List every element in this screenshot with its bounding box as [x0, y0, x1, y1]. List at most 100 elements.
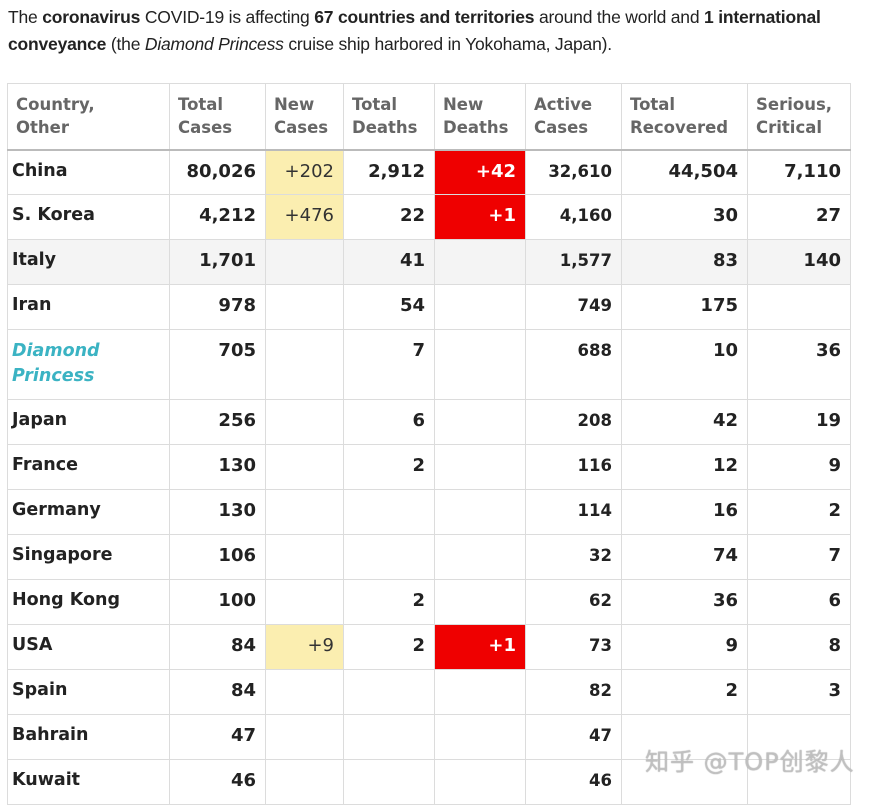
cell-total-deaths: [343, 759, 435, 805]
cell-total-recovered: 12: [621, 444, 748, 490]
cell-new-cases: [265, 399, 344, 445]
cell-total-deaths: 7: [343, 329, 435, 400]
cell-total-cases: 100: [169, 579, 266, 625]
cell-total-cases: 256: [169, 399, 266, 445]
cell-total-cases: 46: [169, 759, 266, 805]
header-new-cases[interactable]: New Cases: [265, 83, 344, 151]
cell-active-cases: 1,577: [525, 239, 622, 285]
table-row: Diamond Princess 705 7 688 10 36: [7, 329, 851, 400]
cell-total-recovered: 16: [621, 489, 748, 535]
header-total-recovered[interactable]: Total Recovered: [621, 83, 748, 151]
cell-total-deaths: 2: [343, 579, 435, 625]
cell-total-recovered: [621, 759, 748, 805]
cell-total-recovered: 9: [621, 624, 748, 670]
cell-total-recovered: 175: [621, 284, 748, 330]
table-row: Hong Kong 100 2 62 36 6: [7, 579, 851, 625]
cell-serious-critical: [747, 759, 851, 805]
cell-country: Bahrain: [7, 714, 170, 760]
intro-text: cruise ship harbored in Yokohama, Japan)…: [283, 34, 612, 54]
cell-total-cases: 80,026: [169, 149, 266, 195]
table-header-row: Country, Other Total Cases New Cases Total D…: [7, 83, 851, 151]
table-row: Germany 130 114 16 2: [7, 489, 851, 535]
cell-country[interactable]: Diamond Princess: [7, 329, 170, 400]
cell-total-deaths: 2: [343, 624, 435, 670]
cell-country: Germany: [7, 489, 170, 535]
table-row: S. Korea 4,212 +476 22 +1 4,160 30 27: [7, 194, 851, 240]
table-row: Kuwait 46 46: [7, 759, 851, 805]
intro-bold-coronavirus: coronavirus: [42, 7, 141, 27]
cell-total-deaths: [343, 714, 435, 760]
cell-total-cases: 84: [169, 669, 266, 715]
header-country[interactable]: Country, Other: [7, 83, 170, 151]
cell-new-deaths: [434, 284, 526, 330]
table-row: Italy 1,701 41 1,577 83 140: [7, 239, 851, 285]
cell-new-deaths: [434, 669, 526, 715]
cell-total-deaths: 2: [343, 444, 435, 490]
cell-total-deaths: 6: [343, 399, 435, 445]
cell-active-cases: 73: [525, 624, 622, 670]
cell-serious-critical: 7,110: [747, 149, 851, 195]
intro-text: (the: [106, 34, 145, 54]
cell-total-recovered: 44,504: [621, 149, 748, 195]
cell-new-deaths: [434, 489, 526, 535]
cell-serious-critical: [747, 714, 851, 760]
cell-active-cases: 208: [525, 399, 622, 445]
cell-new-cases: +202: [265, 149, 344, 195]
intro-text: around the world and: [534, 7, 705, 27]
cell-new-cases: [265, 669, 344, 715]
cell-new-deaths: +1: [434, 624, 526, 670]
cell-total-cases: 84: [169, 624, 266, 670]
cell-total-recovered: 36: [621, 579, 748, 625]
cell-country: Iran: [7, 284, 170, 330]
header-total-deaths[interactable]: Total Deaths: [343, 83, 435, 151]
cell-country: Hong Kong: [7, 579, 170, 625]
header-serious-critical[interactable]: Serious, Critical: [747, 83, 851, 151]
table-row: Bahrain 47 47: [7, 714, 851, 760]
cell-total-recovered: 42: [621, 399, 748, 445]
cell-country: S. Korea: [7, 194, 170, 240]
cell-serious-critical: 19: [747, 399, 851, 445]
cell-new-cases: [265, 239, 344, 285]
cell-new-cases: [265, 579, 344, 625]
cell-total-cases: 106: [169, 534, 266, 580]
cell-country: Italy: [7, 239, 170, 285]
cell-serious-critical: 140: [747, 239, 851, 285]
cell-total-deaths: 2,912: [343, 149, 435, 195]
cell-active-cases: 4,160: [525, 194, 622, 240]
table-row: Iran 978 54 749 175: [7, 284, 851, 330]
table-row: China 80,026 +202 2,912 +42 32,610 44,504 7,110: [7, 149, 851, 195]
cell-country: Kuwait: [7, 759, 170, 805]
cell-new-cases: [265, 444, 344, 490]
cell-total-recovered: 83: [621, 239, 748, 285]
cell-new-cases: [265, 489, 344, 535]
cell-serious-critical: [747, 284, 851, 330]
cell-active-cases: 32: [525, 534, 622, 580]
cell-country: China: [7, 149, 170, 195]
table-row: Japan 256 6 208 42 19: [7, 399, 851, 445]
cell-new-deaths: [434, 759, 526, 805]
cell-total-recovered: 30: [621, 194, 748, 240]
cell-new-cases: [265, 329, 344, 400]
intro-paragraph: The coronavirus COVID-19 is affecting 67…: [8, 4, 868, 58]
cell-total-deaths: 22: [343, 194, 435, 240]
header-new-deaths[interactable]: New Deaths: [434, 83, 526, 151]
intro-text: COVID-19 is affecting: [140, 7, 315, 27]
cell-new-deaths: [434, 579, 526, 625]
cell-serious-critical: 27: [747, 194, 851, 240]
table-row: France 130 2 116 12 9: [7, 444, 851, 490]
cell-new-cases: +476: [265, 194, 344, 240]
cell-total-cases: 130: [169, 489, 266, 535]
header-active-cases[interactable]: Active Cases: [525, 83, 622, 151]
covid-cases-table: Country, Other Total Cases New Cases Total D…: [7, 83, 851, 805]
cell-new-cases: [265, 714, 344, 760]
cell-total-recovered: [621, 714, 748, 760]
header-total-cases[interactable]: Total Cases: [169, 83, 266, 151]
cell-total-cases: 130: [169, 444, 266, 490]
cell-new-cases: [265, 534, 344, 580]
cell-country: Spain: [7, 669, 170, 715]
cell-total-cases: 47: [169, 714, 266, 760]
cell-serious-critical: 8: [747, 624, 851, 670]
cell-serious-critical: 36: [747, 329, 851, 400]
cell-total-deaths: [343, 534, 435, 580]
cell-country: USA: [7, 624, 170, 670]
